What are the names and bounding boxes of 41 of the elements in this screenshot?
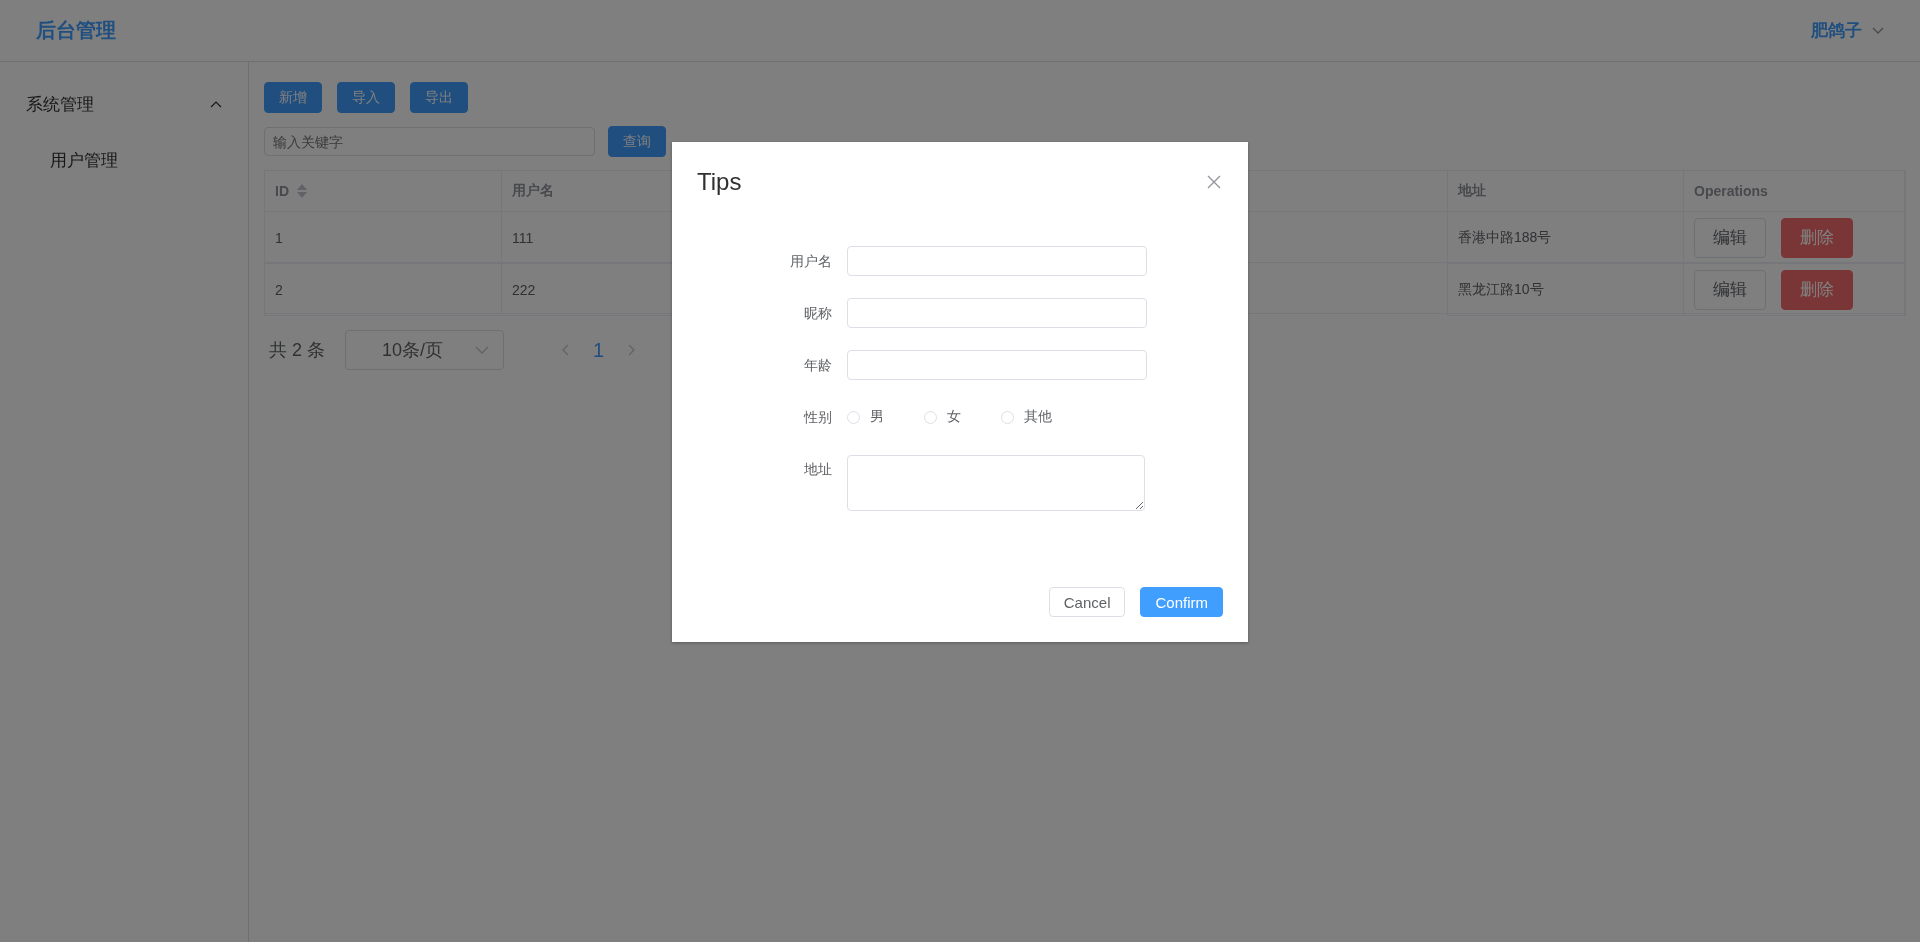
input-field[interactable] xyxy=(847,350,1147,380)
app-title: 后台管理 xyxy=(36,18,116,43)
user-menu[interactable]: 肥鸽子 xyxy=(1811,19,1884,42)
delete-button[interactable]: 删除 xyxy=(1781,217,1853,258)
field-label: 地址 xyxy=(803,460,833,479)
radio-label[interactable]: 女 xyxy=(947,408,961,426)
table-cell: 1 xyxy=(265,212,502,264)
caret-icon xyxy=(1872,26,1884,35)
total-count: 共 2 条 xyxy=(269,339,325,362)
table-cell: 黑龙江路10号 xyxy=(1447,264,1684,316)
edit-button[interactable]: 编辑 xyxy=(1694,217,1766,258)
delete-button[interactable]: 删除 xyxy=(1781,269,1853,310)
dialog-title: Tips xyxy=(697,168,742,196)
toolbar-button[interactable]: 新增 xyxy=(264,82,322,113)
chevron-icon xyxy=(210,100,222,108)
field-label: 昵称 xyxy=(803,304,833,323)
search-field[interactable]: 输入关键字 xyxy=(264,127,595,156)
search-button[interactable]: 查询 xyxy=(608,126,666,157)
previous-page-icon[interactable] xyxy=(561,344,569,356)
page-size-select[interactable]: 10条/页 xyxy=(345,330,504,370)
menu-item[interactable]: 用户管理 xyxy=(0,132,248,188)
edit-button[interactable]: 编辑 xyxy=(1694,269,1766,310)
toolbar-button[interactable]: 导入 xyxy=(337,82,395,113)
page-number[interactable]: 1 xyxy=(589,338,609,362)
address-field[interactable] xyxy=(847,455,1145,511)
close-icon[interactable] xyxy=(1207,175,1221,189)
field-label: 用户名 xyxy=(789,252,833,271)
field-label: 性别 xyxy=(802,408,833,427)
caret-icon xyxy=(475,346,489,354)
input-field[interactable] xyxy=(847,298,1147,328)
confirm-button[interactable]: Confirm xyxy=(1140,587,1223,617)
radio-label[interactable]: 男 xyxy=(870,408,884,426)
cancel-button[interactable]: Cancel xyxy=(1048,587,1126,617)
table-cell: 香港中路188号 xyxy=(1447,212,1684,264)
toolbar-button[interactable]: 导出 xyxy=(410,82,468,113)
field-label: 年龄 xyxy=(803,356,833,375)
menu-group[interactable]: 系统管理 xyxy=(0,76,248,132)
radio-label[interactable]: 其他 xyxy=(1024,408,1052,426)
table-cell: 2 xyxy=(265,264,502,316)
input-field[interactable] xyxy=(847,246,1147,276)
next-page-icon[interactable] xyxy=(628,344,637,356)
